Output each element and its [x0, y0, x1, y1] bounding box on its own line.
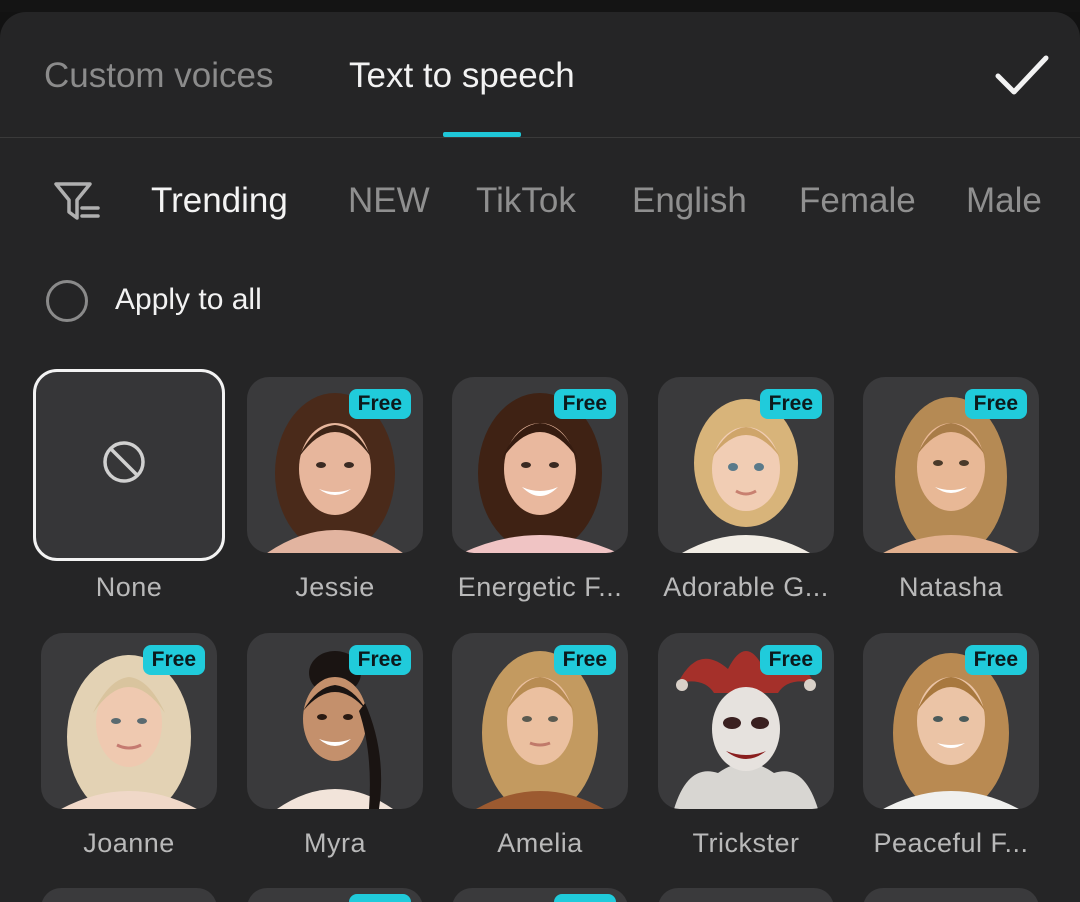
voice-thumbnail-none: [33, 369, 225, 561]
filter-chip-tiktok[interactable]: TikTok: [476, 181, 576, 221]
voice-avatar: Free: [658, 633, 834, 809]
voice-name: Jessie: [295, 572, 375, 602]
apply-to-all-label[interactable]: Apply to all: [115, 281, 262, 319]
voice-name: Natasha: [898, 572, 1004, 602]
voice-card-partial[interactable]: [247, 888, 423, 902]
filter-chip-male[interactable]: Male: [966, 181, 1042, 221]
voice-name: Amelia: [497, 828, 583, 858]
filter-icon[interactable]: [52, 180, 104, 224]
voice-avatar: Free: [247, 377, 423, 553]
free-badge: Free: [348, 389, 411, 419]
tab-custom-voices[interactable]: Custom voices: [44, 56, 274, 96]
filter-chip-female[interactable]: Female: [799, 181, 916, 221]
filter-chip-trending[interactable]: Trending: [151, 181, 288, 221]
voice-name: Myra: [304, 828, 366, 858]
voice-picker-sheet: Custom voices Text to speech Trending NE…: [0, 12, 1080, 902]
voice-name: Joanne: [83, 828, 175, 858]
voice-avatar: Free: [658, 377, 834, 553]
free-badge: Free: [553, 645, 616, 675]
voice-card-partial[interactable]: [41, 888, 217, 902]
voice-name: None: [95, 572, 163, 602]
filter-chip-english[interactable]: English: [632, 181, 747, 221]
voice-card-partial[interactable]: [452, 888, 628, 902]
voice-name: Energetic F...: [457, 572, 623, 602]
apply-to-all-radio[interactable]: [46, 280, 88, 322]
status-strip: [0, 0, 1080, 12]
free-badge: Free: [759, 645, 822, 675]
free-badge: Free: [964, 389, 1027, 419]
voice-avatar: Free: [452, 377, 628, 553]
voice-avatar: Free: [41, 633, 217, 809]
voice-name: Peaceful F...: [873, 828, 1029, 858]
voice-avatar: Free: [247, 633, 423, 809]
header-divider: [0, 137, 1080, 138]
free-badge: Free: [964, 645, 1027, 675]
voice-card-partial[interactable]: [863, 888, 1039, 902]
voice-name: Trickster: [692, 828, 800, 858]
free-badge: Free: [759, 389, 822, 419]
voice-avatar: Free: [863, 377, 1039, 553]
free-badge: Free: [142, 645, 205, 675]
voice-name: Adorable G...: [663, 572, 829, 602]
checkmark-icon[interactable]: [990, 52, 1054, 100]
free-badge: Free: [348, 645, 411, 675]
voice-avatar: Free: [452, 633, 628, 809]
free-badge: Free: [553, 389, 616, 419]
voice-avatar: Free: [863, 633, 1039, 809]
tab-text-to-speech[interactable]: Text to speech: [349, 56, 575, 96]
filter-chip-new[interactable]: NEW: [348, 181, 430, 221]
voice-card-partial[interactable]: [658, 888, 834, 902]
no-voice-icon: [103, 441, 145, 483]
